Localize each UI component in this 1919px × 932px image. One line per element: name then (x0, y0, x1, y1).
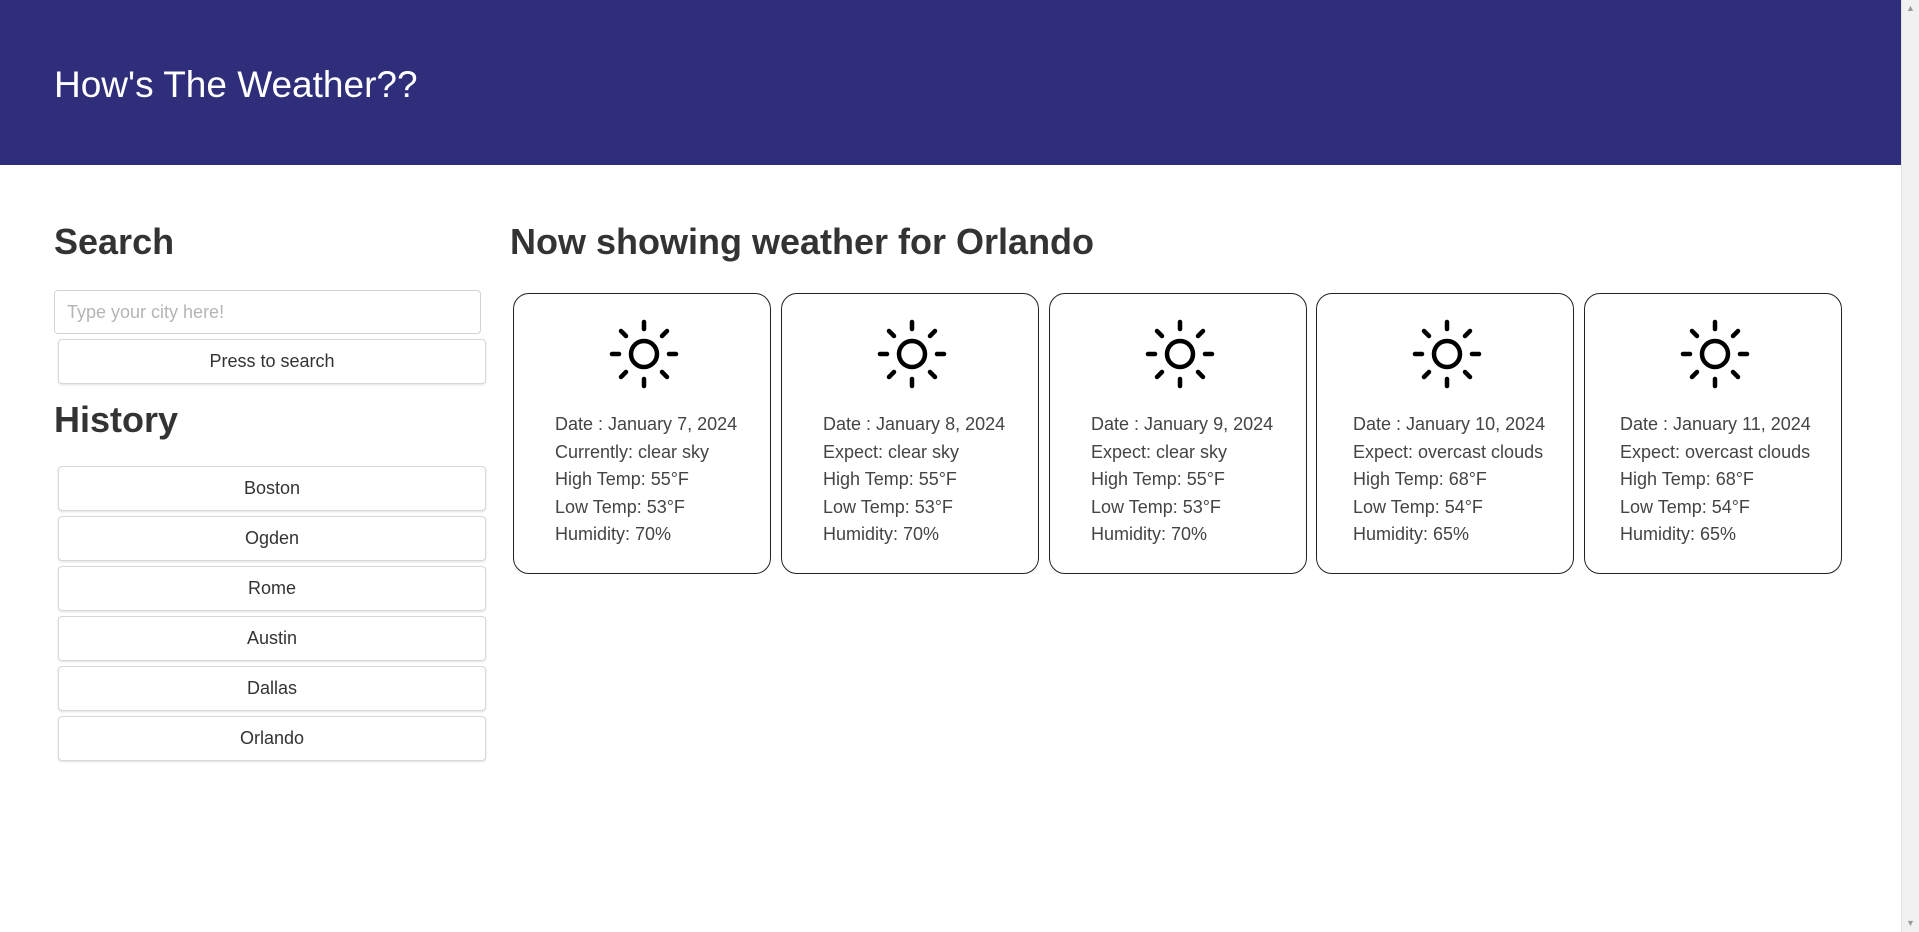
forecast-low-temp: Low Temp: 53°F (555, 496, 685, 517)
forecast-card: Date : January 11, 2024 Expect: overcast… (1584, 293, 1842, 574)
forecast-date: Date : January 7, 2024 (555, 414, 738, 434)
forecast-high-temp: High Temp: 55°F (1091, 469, 1225, 489)
forecast-humidity: Humidity: 70% (555, 524, 672, 544)
history-item-boston[interactable]: Boston (58, 466, 486, 511)
history-heading: History (54, 399, 179, 440)
forecast-card: Date : January 9, 2024 Expect: clear sky… (1049, 293, 1307, 574)
forecast-condition: Expect: clear sky (1091, 441, 1228, 462)
forecast-humidity: Humidity: 65% (1353, 524, 1470, 544)
forecast-condition: Expect: overcast clouds (1620, 441, 1811, 462)
search-heading: Search (54, 221, 175, 262)
forecast-details: Date : January 10, 2024 Expect: overcast… (1353, 411, 1545, 549)
history-item-dallas[interactable]: Dallas (58, 666, 486, 711)
results-heading: Now showing weather for Orlando (510, 221, 1095, 262)
forecast-condition: Expect: overcast clouds (1353, 441, 1544, 462)
forecast-details: Date : January 11, 2024 Expect: overcast… (1620, 411, 1811, 549)
sun-icon (877, 319, 947, 389)
forecast-humidity: Humidity: 65% (1620, 524, 1737, 544)
history-item-orlando[interactable]: Orlando (58, 716, 486, 761)
forecast-high-temp: High Temp: 68°F (1353, 469, 1487, 489)
app-header: How's The Weather?? (0, 0, 1901, 165)
search-input[interactable] (54, 290, 481, 334)
forecast-date: Date : January 9, 2024 (1091, 414, 1274, 434)
sun-icon (1412, 319, 1482, 389)
forecast-date: Date : January 10, 2024 (1353, 414, 1546, 434)
history-item-ogden[interactable]: Ogden (58, 516, 486, 561)
forecast-high-temp: High Temp: 55°F (555, 469, 689, 489)
forecast-card: Date : January 7, 2024 Currently: clear … (513, 293, 771, 574)
scroll-down-arrow-icon[interactable]: ▼ (1902, 915, 1919, 932)
forecast-high-temp: High Temp: 68°F (1620, 469, 1754, 489)
forecast-humidity: Humidity: 70% (1091, 524, 1208, 544)
forecast-card: Date : January 10, 2024 Expect: overcast… (1316, 293, 1574, 574)
forecast-condition: Expect: clear sky (823, 441, 960, 462)
forecast-details: Date : January 9, 2024 Expect: clear sky… (1091, 411, 1273, 549)
scroll-up-arrow-icon[interactable]: ▲ (1902, 0, 1919, 17)
forecast-details: Date : January 8, 2024 Expect: clear sky… (823, 411, 1005, 549)
forecast-details: Date : January 7, 2024 Currently: clear … (555, 411, 737, 549)
sun-icon (1680, 319, 1750, 389)
history-item-rome[interactable]: Rome (58, 566, 486, 611)
forecast-low-temp: Low Temp: 54°F (1353, 496, 1483, 517)
history-item-austin[interactable]: Austin (58, 616, 486, 661)
forecast-humidity: Humidity: 70% (823, 524, 940, 544)
forecast-low-temp: Low Temp: 53°F (1091, 496, 1221, 517)
forecast-low-temp: Low Temp: 53°F (823, 496, 953, 517)
forecast-high-temp: High Temp: 55°F (823, 469, 957, 489)
forecast-low-temp: Low Temp: 54°F (1620, 496, 1750, 517)
sun-icon (1145, 319, 1215, 389)
forecast-date: Date : January 8, 2024 (823, 414, 1006, 434)
page-scrollbar[interactable]: ▲ ▼ (1901, 0, 1919, 932)
forecast-date: Date : January 11, 2024 (1620, 414, 1811, 434)
forecast-card: Date : January 8, 2024 Expect: clear sky… (781, 293, 1039, 574)
forecast-condition: Currently: clear sky (555, 441, 710, 462)
weather-app: How's The Weather?? Search Press to sear… (0, 0, 1919, 932)
sun-icon (609, 319, 679, 389)
app-title: How's The Weather?? (54, 64, 418, 105)
search-button[interactable]: Press to search (58, 339, 486, 384)
